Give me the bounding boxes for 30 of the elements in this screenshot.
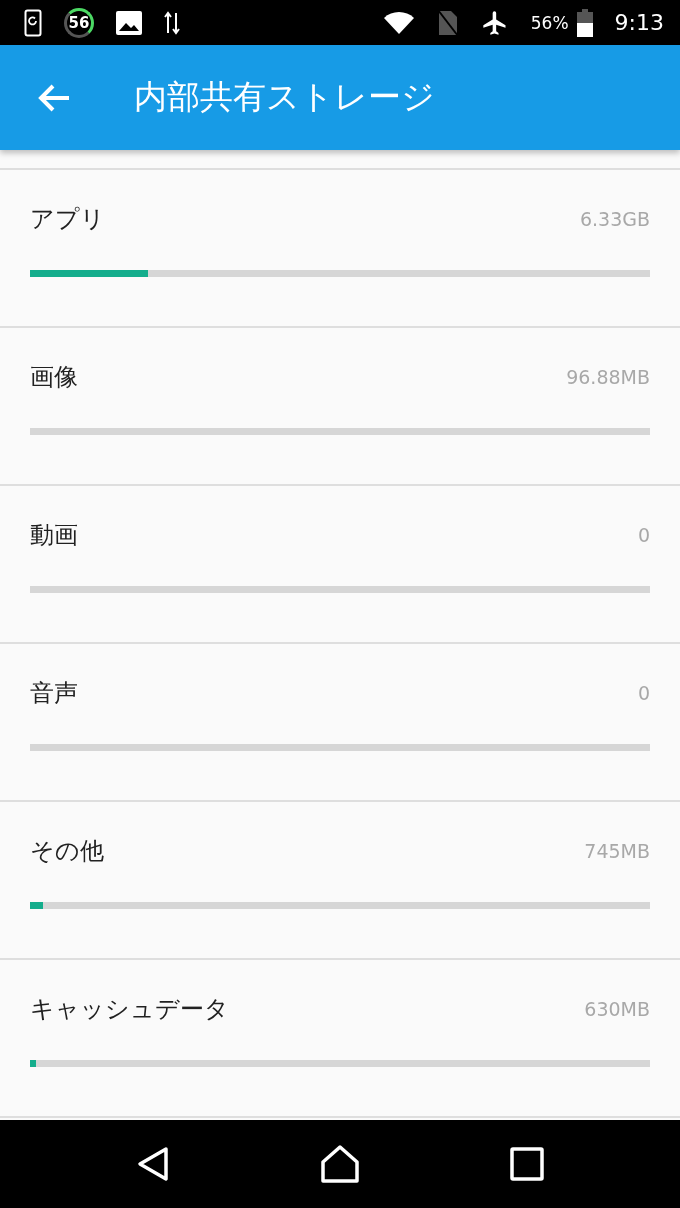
category-label: 画像	[30, 362, 78, 393]
size-value: 745MB	[584, 840, 650, 862]
no-sim-icon	[436, 8, 459, 37]
storage-row[interactable]: 動画 0	[0, 486, 680, 644]
wifi-icon	[382, 9, 415, 36]
size-value: 96.88MB	[566, 366, 650, 388]
storage-row[interactable]: キャッシュデータ 630MB	[0, 960, 680, 1118]
category-label: 動画	[30, 520, 78, 551]
category-label: アプリ	[30, 204, 105, 235]
category-label: キャッシュデータ	[30, 994, 229, 1025]
storage-row[interactable]: アプリ 6.33GB	[0, 170, 680, 328]
category-label: その他	[30, 836, 104, 867]
notification-count: 56	[64, 7, 94, 38]
storage-row[interactable]: その他 745MB	[0, 802, 680, 960]
page-title: 内部共有ストレージ	[134, 76, 435, 118]
image-icon	[116, 10, 142, 35]
size-value: 0	[637, 682, 650, 704]
storage-row[interactable]: 音声 0	[0, 644, 680, 802]
clock: 9:13	[614, 10, 664, 35]
data-transfer-icon	[164, 10, 180, 35]
storage-row[interactable]: 画像 96.88MB	[0, 328, 680, 486]
category-label: 音声	[30, 678, 78, 709]
phone-icon	[24, 8, 42, 37]
battery-icon	[576, 8, 593, 37]
size-value: 6.33GB	[579, 208, 650, 230]
size-value: 630MB	[584, 998, 650, 1020]
battery-percentage: 56%	[530, 12, 569, 33]
back-arrow-icon	[37, 82, 71, 113]
size-value: 0	[637, 524, 650, 546]
airplane-icon	[480, 8, 509, 37]
